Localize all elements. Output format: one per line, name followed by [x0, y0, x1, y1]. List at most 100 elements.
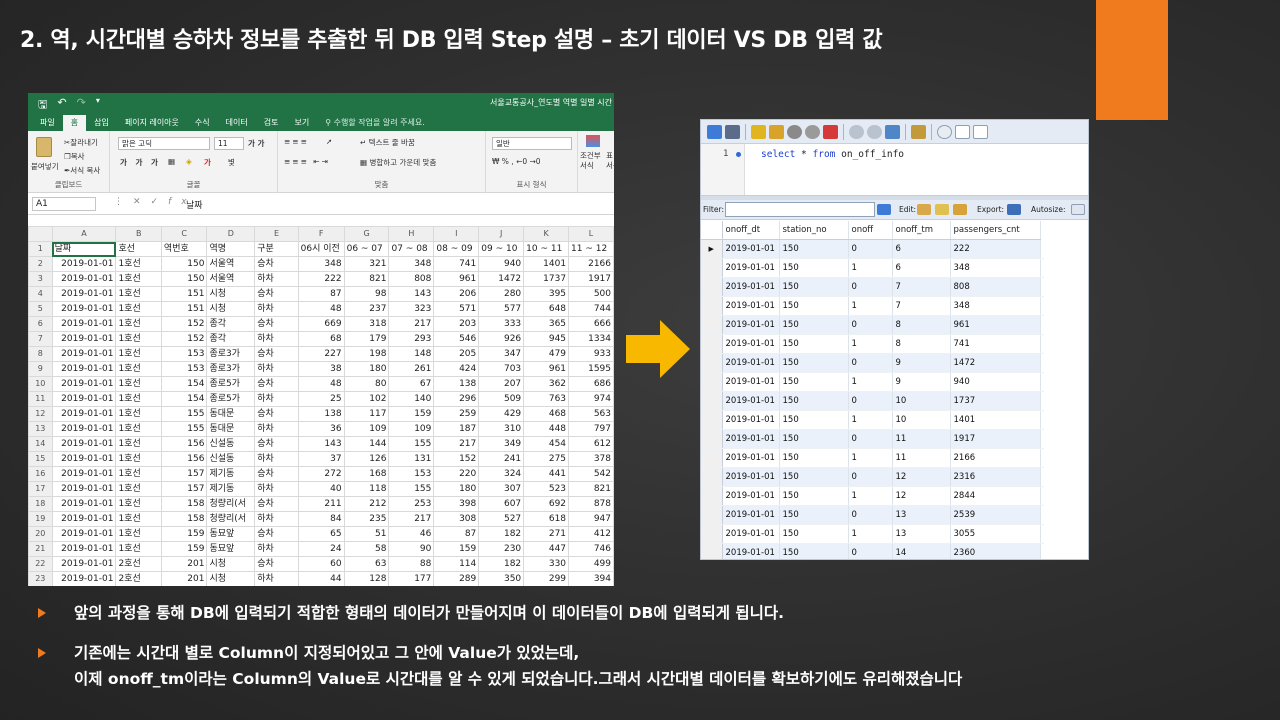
cell[interactable]: 10 ~ 11: [523, 241, 570, 257]
table-row[interactable]: 2019-01-01 150 1 6 348: [701, 258, 1044, 278]
cell[interactable]: 7: [892, 277, 951, 297]
row-header[interactable]: 23: [28, 571, 53, 586]
cell[interactable]: 1: [848, 410, 893, 430]
column-header[interactable]: E: [254, 226, 299, 242]
table-row[interactable]: 2019-01-01 150 0 13 2539: [701, 505, 1044, 525]
row-header[interactable]: 6: [28, 316, 53, 332]
cell[interactable]: 187: [433, 421, 480, 437]
row-header[interactable]: 15: [28, 451, 53, 467]
tab-file[interactable]: 파일: [32, 115, 63, 131]
column-header[interactable]: C: [160, 226, 208, 242]
cell[interactable]: 시청: [206, 571, 256, 586]
number-format-select[interactable]: 일반: [492, 137, 572, 150]
cell[interactable]: 승차: [254, 436, 299, 452]
cell[interactable]: 348: [388, 256, 435, 272]
row-header[interactable]: 8: [28, 346, 53, 362]
cell[interactable]: 51: [343, 526, 390, 542]
result-table[interactable]: onoff_dt station_no onoff onoff_tm passenger…: [701, 221, 1044, 559]
cell[interactable]: 1호선: [115, 331, 162, 347]
cell[interactable]: 158: [160, 496, 208, 512]
find-replace-icon[interactable]: [885, 124, 900, 139]
cell[interactable]: 307: [478, 481, 525, 497]
cell[interactable]: 207: [478, 376, 525, 392]
cell[interactable]: 468: [523, 406, 570, 422]
cell[interactable]: 323: [388, 301, 435, 317]
cell[interactable]: 330: [523, 556, 570, 572]
cell[interactable]: 348: [950, 258, 1041, 278]
cell[interactable]: 2019-01-01: [51, 331, 117, 347]
cell[interactable]: 763: [523, 391, 570, 407]
cell[interactable]: 150: [160, 271, 208, 287]
cell[interactable]: 1595: [568, 361, 614, 377]
cell[interactable]: 211: [297, 496, 345, 512]
cut-button[interactable]: ✂잘라내기: [64, 137, 98, 148]
edit-pencil-icon[interactable]: [917, 204, 931, 215]
explain-icon[interactable]: [787, 124, 802, 139]
cell[interactable]: 승차: [254, 286, 299, 302]
cell[interactable]: 118: [343, 481, 390, 497]
cell[interactable]: 종로5가: [206, 391, 256, 407]
wrap-text-button[interactable]: ↵ 텍스트 줄 바꿈: [360, 137, 415, 148]
cell[interactable]: 607: [478, 496, 525, 512]
cell[interactable]: 168: [343, 466, 390, 482]
wrap-icon[interactable]: [973, 124, 988, 139]
cell[interactable]: 310: [478, 421, 525, 437]
cell[interactable]: 1호선: [115, 376, 162, 392]
cell[interactable]: 155: [388, 436, 435, 452]
table-row[interactable]: ▶ 2019-01-01 150 0 6 222: [701, 239, 1044, 259]
cell[interactable]: 2019-01-01: [722, 334, 780, 354]
cell[interactable]: 0: [848, 353, 893, 373]
cell[interactable]: 승차: [254, 376, 299, 392]
rollback-icon[interactable]: [867, 124, 882, 139]
cell[interactable]: 348: [297, 256, 345, 272]
cell[interactable]: 102: [343, 391, 390, 407]
table-row[interactable]: 2019-01-01 150 1 11 2166: [701, 448, 1044, 468]
cell[interactable]: 126: [343, 451, 390, 467]
cell[interactable]: 1: [848, 486, 893, 506]
cell[interactable]: 12: [892, 486, 951, 506]
cell[interactable]: 365: [523, 316, 570, 332]
fill-color-icon[interactable]: ◈: [186, 157, 192, 166]
font-size-select[interactable]: 11: [214, 137, 244, 150]
cell[interactable]: 하차: [254, 421, 299, 437]
cell[interactable]: 종각: [206, 331, 256, 347]
cell[interactable]: 40: [297, 481, 345, 497]
cell[interactable]: 2019-01-01: [722, 353, 780, 373]
cell[interactable]: 동묘앞: [206, 526, 256, 542]
row-header[interactable]: 7: [28, 331, 53, 347]
cell[interactable]: 741: [433, 256, 480, 272]
cell[interactable]: 87: [297, 286, 345, 302]
cell[interactable]: 1737: [523, 271, 570, 287]
table-row[interactable]: 2019-01-01 150 0 11 1917: [701, 429, 1044, 449]
cell[interactable]: 429: [478, 406, 525, 422]
cell[interactable]: 237: [343, 301, 390, 317]
cell[interactable]: 2019-01-01: [722, 448, 780, 468]
cell[interactable]: 1917: [568, 271, 614, 287]
cell[interactable]: 승차: [254, 346, 299, 362]
cell[interactable]: 44: [297, 571, 345, 586]
cell[interactable]: 하차: [254, 301, 299, 317]
cell[interactable]: 60: [297, 556, 345, 572]
paragraph-icon[interactable]: [955, 124, 970, 139]
row-header[interactable]: 16: [28, 466, 53, 482]
cell[interactable]: 159: [160, 526, 208, 542]
cell[interactable]: 48: [297, 301, 345, 317]
cell[interactable]: 109: [388, 421, 435, 437]
cell[interactable]: 07 ~ 08: [388, 241, 435, 257]
cell[interactable]: 424: [433, 361, 480, 377]
column-header[interactable]: onoff: [848, 221, 893, 240]
cell[interactable]: 1호선: [115, 361, 162, 377]
cell[interactable]: 0: [848, 543, 893, 559]
cell[interactable]: 2019-01-01: [51, 421, 117, 437]
cell[interactable]: 1401: [950, 410, 1041, 430]
orientation-icon[interactable]: ➚: [326, 137, 332, 146]
cell[interactable]: 시청: [206, 301, 256, 317]
cell[interactable]: 37: [297, 451, 345, 467]
cell[interactable]: 324: [478, 466, 525, 482]
cell[interactable]: 296: [433, 391, 480, 407]
cell[interactable]: 926: [478, 331, 525, 347]
cell[interactable]: 2019-01-01: [722, 258, 780, 278]
cell[interactable]: 961: [950, 315, 1041, 335]
cell[interactable]: 87: [433, 526, 480, 542]
cell[interactable]: 2166: [568, 256, 614, 272]
